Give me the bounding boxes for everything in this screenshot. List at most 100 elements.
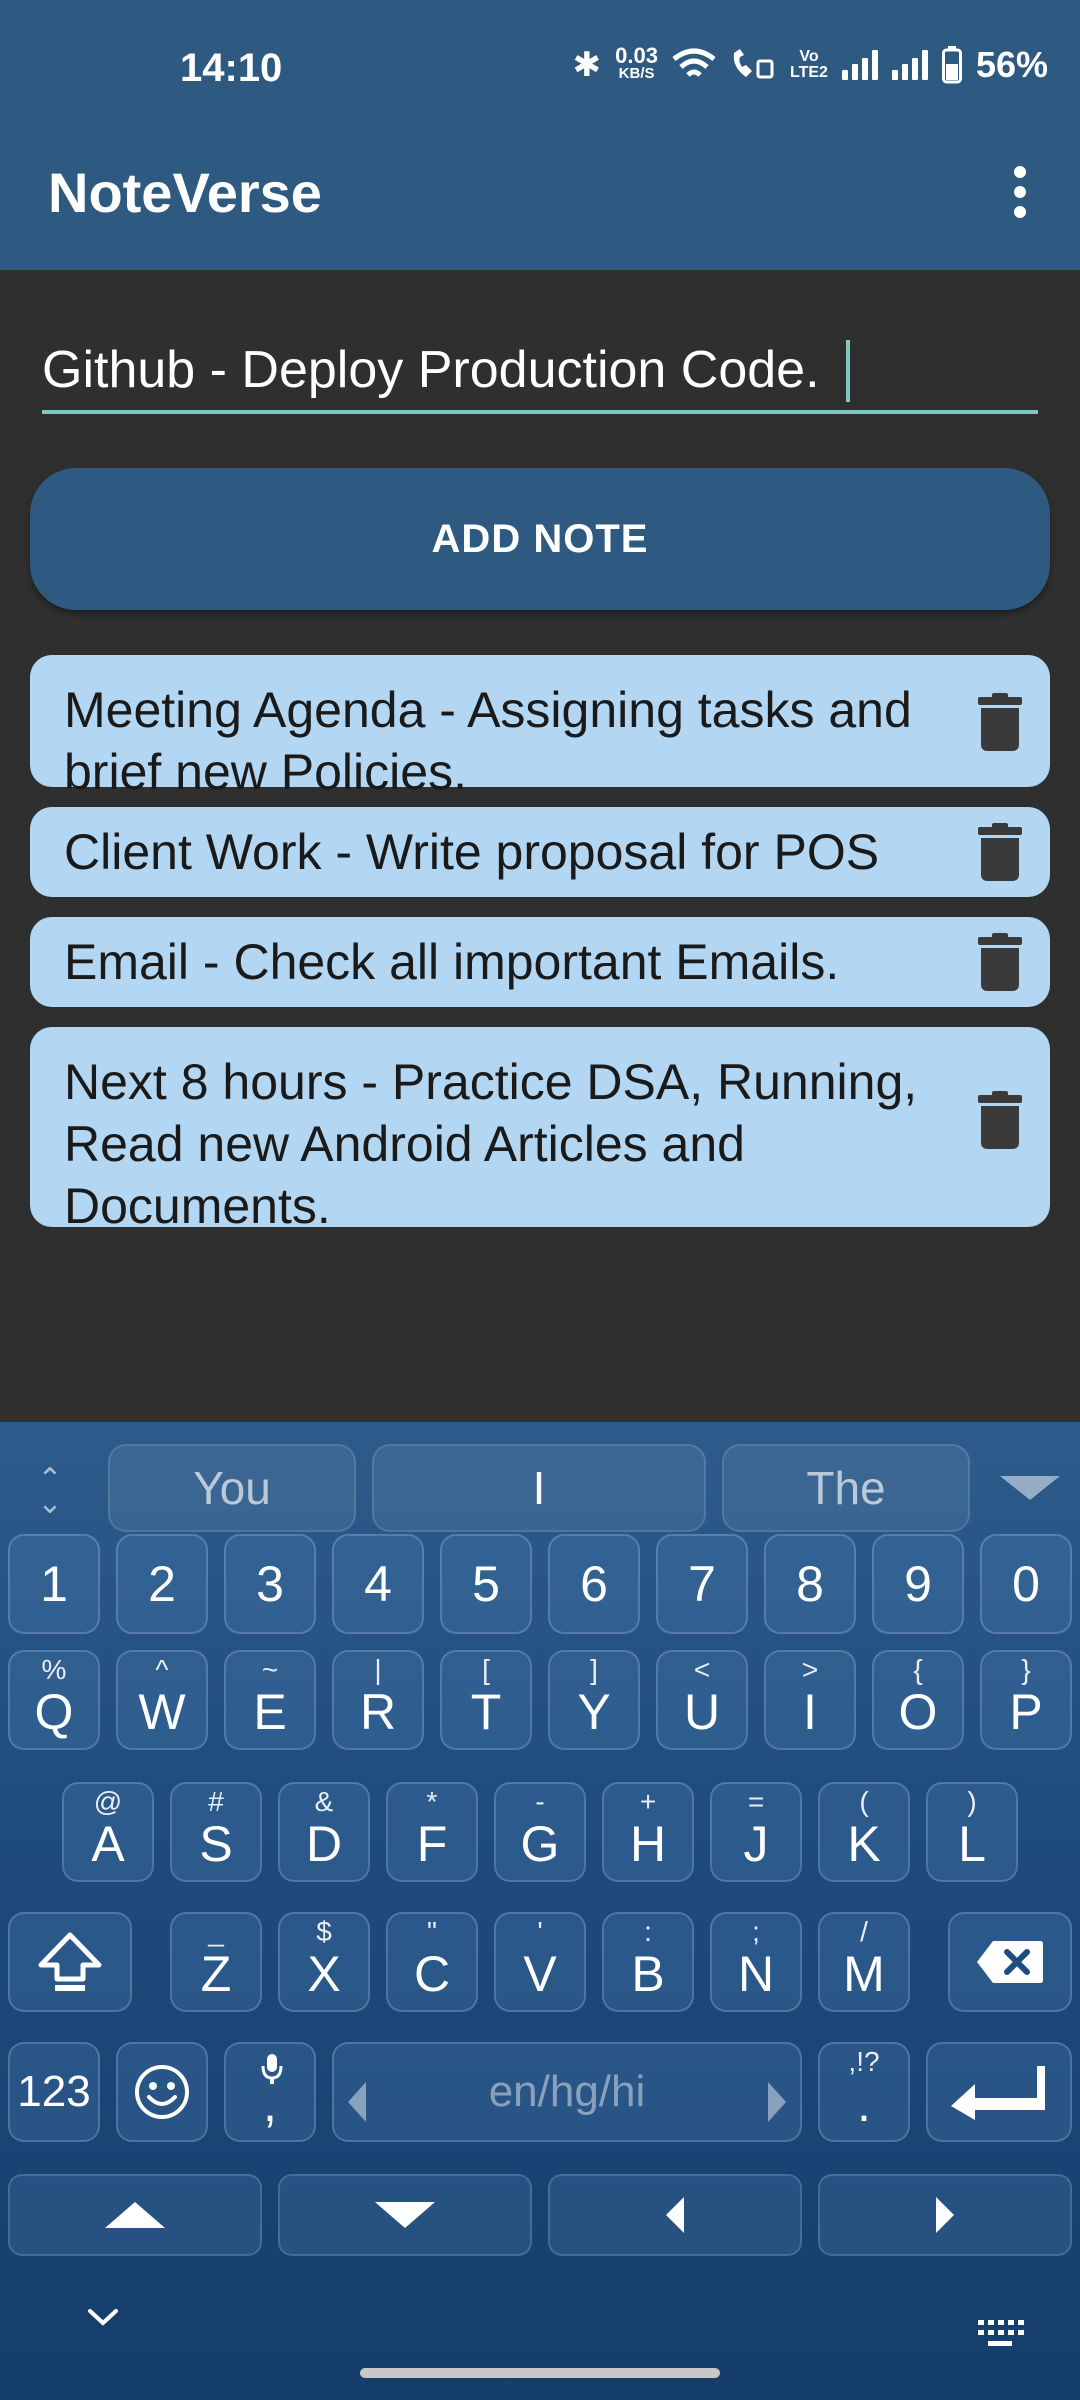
suggestion-left[interactable]: You [108, 1444, 356, 1532]
key-4[interactable]: 4 [332, 1534, 424, 1634]
key-o[interactable]: {O [872, 1650, 964, 1750]
battery-percent: 56% [975, 44, 1048, 85]
suggestion-right[interactable]: The [722, 1444, 970, 1532]
cursor-right-key[interactable] [818, 2174, 1072, 2256]
key-k[interactable]: (K [818, 1782, 910, 1882]
notes-list[interactable]: Meeting Agenda - Assigning tasks and bri… [30, 655, 1050, 1410]
note-input[interactable] [42, 338, 1038, 402]
suggestion-center[interactable]: I [372, 1444, 706, 1532]
note-item[interactable]: Next 8 hours - Practice DSA, Running, Re… [30, 1027, 1050, 1234]
collapse-suggestions-icon[interactable] [1000, 1476, 1060, 1500]
note-text: Meeting Agenda - Assigning tasks and bri… [64, 682, 912, 800]
key-s[interactable]: # S [170, 1782, 262, 1882]
arrow-right-icon [936, 2197, 954, 2233]
key-l[interactable]: ) L [926, 1782, 1018, 1882]
space-key[interactable]: en/hg/hi [332, 2042, 802, 2142]
network-speed-unit: KB/S [618, 65, 655, 82]
key-g[interactable]: -G [494, 1782, 586, 1882]
arrow-up-icon [105, 2202, 165, 2228]
key-f[interactable]: * F [386, 1782, 478, 1882]
network-speed: 0.03 KB/S [615, 43, 658, 83]
microphone-icon [261, 2054, 283, 2084]
key-m[interactable]: / M [818, 1912, 910, 2012]
delete-icon[interactable] [978, 1091, 1022, 1149]
shift-key[interactable] [8, 1912, 132, 2012]
volte-line2: LTE2 [790, 64, 828, 81]
key-8[interactable]: 8 [764, 1534, 856, 1634]
app-bar: NoteVerse [0, 140, 1080, 270]
hide-keyboard-icon[interactable] [86, 2294, 120, 2339]
volte-line1: Vo [799, 48, 819, 65]
cursor-up-key[interactable] [8, 2174, 262, 2256]
arrow-left-icon [666, 2197, 684, 2233]
emoji-icon [135, 2065, 189, 2119]
shift-icon [38, 1932, 102, 1991]
key-3[interactable]: 3 [224, 1534, 316, 1634]
key-c[interactable]: " C [386, 1912, 478, 2012]
backspace-icon [977, 1941, 1043, 1983]
period-key[interactable]: ,!? . [818, 2042, 910, 2142]
delete-icon[interactable] [978, 693, 1022, 751]
delete-icon[interactable] [978, 823, 1022, 881]
key-t[interactable]: [T [440, 1650, 532, 1750]
key-y[interactable]: ] Y [548, 1650, 640, 1750]
enter-key[interactable] [926, 2042, 1072, 2142]
wifi-calling-icon [733, 49, 774, 79]
cursor-down-key[interactable] [278, 2174, 532, 2256]
key-5[interactable]: 5 [440, 1534, 532, 1634]
note-text: Next 8 hours - Practice DSA, Running, Re… [64, 1054, 918, 1234]
key-j[interactable]: = J [710, 1782, 802, 1882]
key-n[interactable]: ; N [710, 1912, 802, 2012]
cursor-left-key[interactable] [548, 2174, 802, 2256]
key-d[interactable]: & D [278, 1782, 370, 1882]
symbols-key[interactable]: 123 [8, 2042, 100, 2142]
key-p[interactable]: } P [980, 1650, 1072, 1750]
key-9[interactable]: 9 [872, 1534, 964, 1634]
key-z[interactable]: _ Z [170, 1912, 262, 2012]
note-text: Email - Check all important Emails. [64, 934, 840, 990]
enter-icon [951, 2066, 1045, 2120]
emoji-key[interactable] [116, 2042, 208, 2142]
key-q[interactable]: % Q [8, 1650, 100, 1750]
key-0[interactable]: 0 [980, 1534, 1072, 1634]
suggestion-bar: ⌃ ⌄ You I The [0, 1432, 1080, 1532]
comma-key[interactable]: , [224, 2042, 316, 2142]
network-speed-value: 0.03 [615, 43, 658, 68]
key-6[interactable]: 6 [548, 1534, 640, 1634]
battery-icon [941, 46, 962, 84]
key-a[interactable]: @ A [62, 1782, 154, 1882]
system-navigation-bar [0, 2250, 1080, 2400]
status-bar: 14:10 ✱ 0.03 KB/S Vo LTE2 56% [0, 0, 1080, 140]
note-item[interactable]: Meeting Agenda - Assigning tasks and bri… [30, 655, 1050, 800]
add-note-button[interactable]: ADD NOTE [30, 468, 1050, 610]
key-b[interactable]: :B [602, 1912, 694, 2012]
key-w[interactable]: ^ W [116, 1650, 208, 1750]
note-item[interactable]: Email - Check all important Emails. [30, 917, 1050, 1007]
key-h[interactable]: + H [602, 1782, 694, 1882]
home-gesture-bar[interactable] [360, 2368, 720, 2378]
key-2[interactable]: 2 [116, 1534, 208, 1634]
language-next-icon [768, 2082, 786, 2122]
key-e[interactable]: ~ E [224, 1650, 316, 1750]
status-time: 14:10 [180, 46, 283, 90]
key-v[interactable]: ' V [494, 1912, 586, 2012]
overflow-menu-icon[interactable] [1000, 162, 1040, 222]
delete-icon[interactable] [978, 933, 1022, 991]
volte-indicator: Vo LTE2 [790, 49, 828, 81]
expand-toolbar-icon[interactable]: ⌃ ⌄ [30, 1465, 70, 1519]
bluetooth-icon: ✱ [572, 46, 602, 84]
app-title: NoteVerse [48, 161, 322, 224]
arrow-down-icon [375, 2202, 435, 2228]
key-i[interactable]: > I [764, 1650, 856, 1750]
note-text: Client Work - Write proposal for POS [64, 824, 880, 880]
wifi-icon [672, 48, 716, 77]
key-r[interactable]: | R [332, 1650, 424, 1750]
note-input-container [42, 330, 1038, 414]
backspace-key[interactable] [948, 1912, 1072, 2012]
keyboard-switch-icon[interactable] [978, 2320, 1026, 2348]
key-u[interactable]: < U [656, 1650, 748, 1750]
key-1[interactable]: 1 [8, 1534, 100, 1634]
key-x[interactable]: $ X [278, 1912, 370, 2012]
key-7[interactable]: 7 [656, 1534, 748, 1634]
note-item[interactable]: Client Work - Write proposal for POS [30, 807, 1050, 897]
